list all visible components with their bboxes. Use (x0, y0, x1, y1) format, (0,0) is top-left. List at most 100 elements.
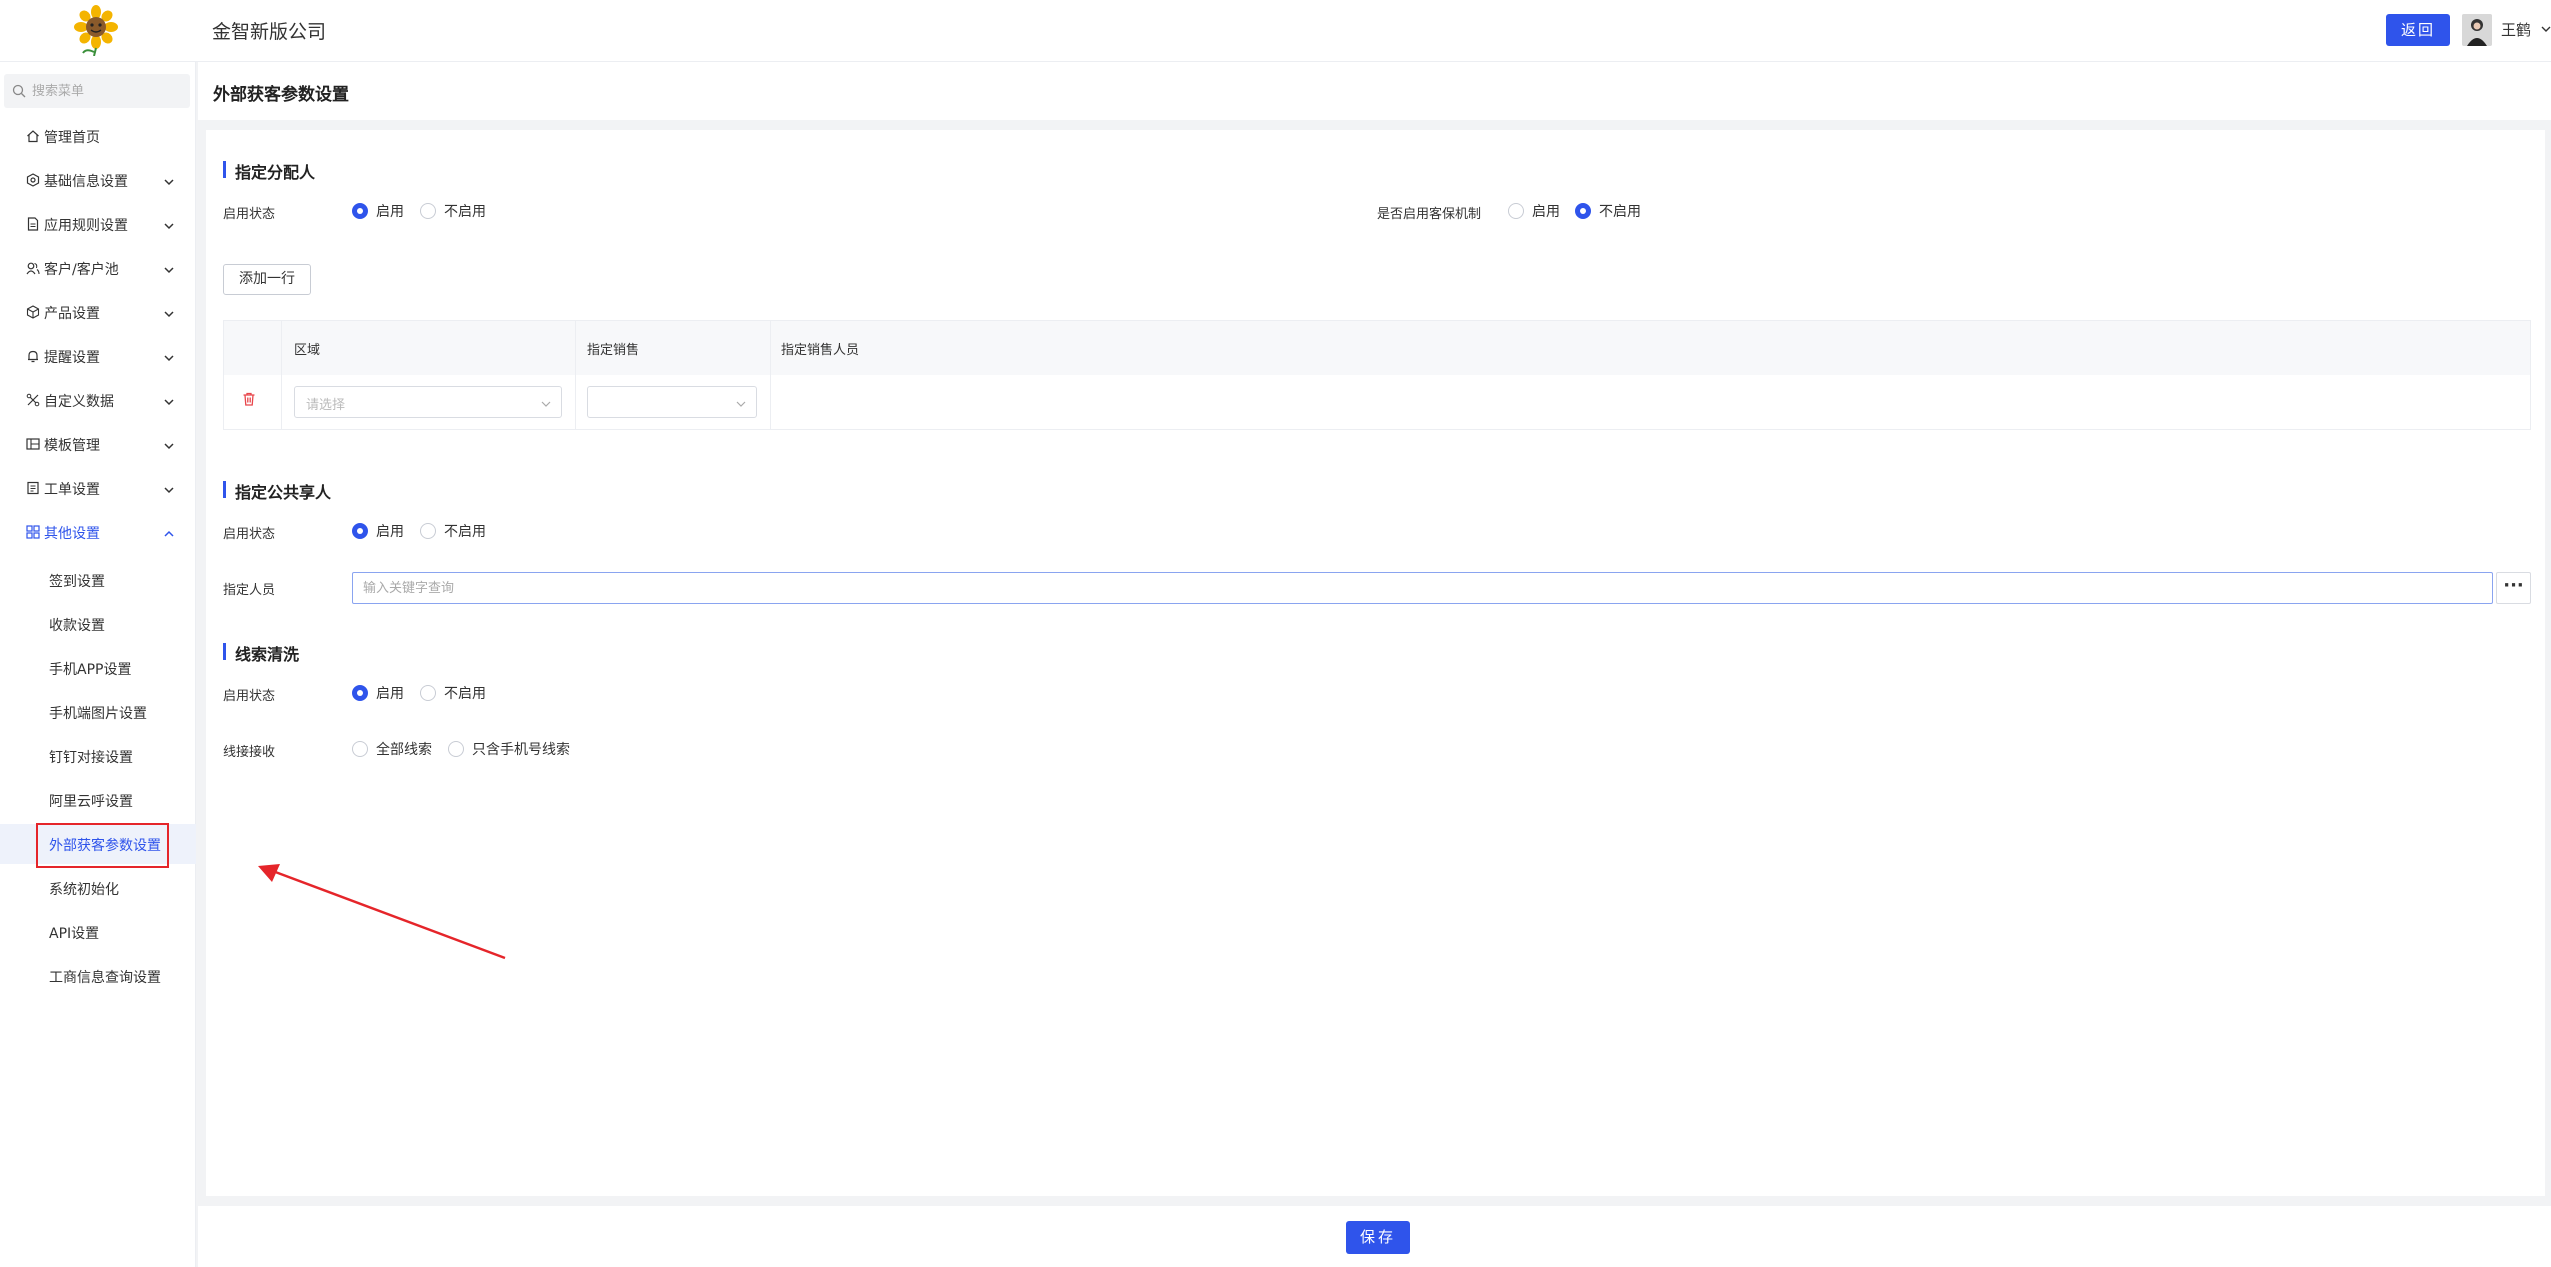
radio-label: 启用 (376, 524, 404, 540)
clean-status-label: 启用状态 (223, 689, 276, 704)
home-icon (26, 129, 40, 143)
sidebar-item-app-rules[interactable]: 应用规则设置 (0, 204, 196, 244)
guarantee-disable-radio[interactable]: 不启用 (1575, 201, 1641, 221)
ticket-icon (26, 481, 40, 495)
sidebar-subitem-label: 手机端图片设置 (49, 706, 147, 722)
sidebar-item-templates[interactable]: 模板管理 (0, 424, 196, 464)
sidebar-item-reminders[interactable]: 提醒设置 (0, 336, 196, 376)
radio-circle (1575, 203, 1591, 219)
sidebar-subitem[interactable]: 签到设置 (0, 560, 196, 600)
radio-label: 只含手机号线索 (472, 742, 570, 758)
radio-circle (352, 685, 368, 701)
radio-label: 不启用 (444, 204, 486, 220)
guarantee-enable-radio[interactable]: 启用 (1508, 201, 1560, 221)
back-button[interactable]: 返回 (2386, 14, 2450, 46)
assign-status-disable-radio[interactable]: 不启用 (420, 201, 486, 221)
search-input[interactable] (32, 74, 182, 108)
sidebar-subitem-label: 收款设置 (49, 618, 105, 634)
radio-circle (352, 203, 368, 219)
sidebar-subitem[interactable]: 系统初始化 (0, 868, 196, 908)
section-title-public: 指定公共享人 (223, 479, 331, 503)
sidebar-subitem[interactable]: 阿里云呼设置 (0, 780, 196, 820)
chevron-up-icon (164, 527, 174, 537)
sidebar-item-other-settings[interactable]: 其他设置 (0, 512, 196, 552)
sidebar-subitem-label: API设置 (49, 926, 100, 942)
chevron-down-icon (164, 351, 174, 362)
radio-label: 启用 (376, 686, 404, 702)
chevron-down-icon[interactable] (2541, 22, 2551, 32)
annotation-arrow (250, 860, 510, 966)
radio-circle (420, 203, 436, 219)
menu-search[interactable] (4, 74, 190, 108)
receive-all-radio[interactable]: 全部线索 (352, 739, 432, 759)
more-options-button[interactable]: ··· (2496, 572, 2531, 604)
sidebar-item-label: 其他设置 (44, 526, 100, 542)
sidebar-subitem-label: 工商信息查询设置 (49, 970, 161, 986)
assign-table: 区域 指定销售 指定销售人员 请选择 (223, 320, 2531, 430)
sidebar-item-customers[interactable]: 客户/客户池 (0, 248, 196, 288)
person-label: 指定人员 (223, 583, 276, 598)
section-title-clean: 线索清洗 (223, 641, 299, 665)
sidebar-item-label: 工单设置 (44, 482, 100, 498)
sidebar-item-home[interactable]: 管理首页 (0, 116, 196, 156)
sidebar-subitem-label: 阿里云呼设置 (49, 794, 133, 810)
sidebar-subitem[interactable]: 工商信息查询设置 (0, 956, 196, 996)
sidebar-subitem[interactable]: 手机端图片设置 (0, 692, 196, 732)
column-header-sales: 指定销售 (587, 343, 640, 358)
sidebar-item-custom-data[interactable]: 自定义数据 (0, 380, 196, 420)
sidebar: 管理首页 基础信息设置 应用规则设置 客户/客户池 产品设置 提醒设置 自定义数… (0, 62, 196, 1267)
public-status-enable-radio[interactable]: 启用 (352, 521, 404, 541)
radio-circle (420, 685, 436, 701)
tools-icon (26, 393, 40, 407)
assign-status-label: 启用状态 (223, 207, 276, 222)
column-divider (770, 321, 771, 429)
clean-status-enable-radio[interactable]: 启用 (352, 683, 404, 703)
save-button[interactable]: 保存 (1346, 1221, 1410, 1254)
sidebar-item-label: 客户/客户池 (44, 262, 119, 278)
trash-icon[interactable] (241, 391, 257, 407)
add-row-button[interactable]: 添加一行 (223, 264, 311, 295)
sidebar-item-basic-info[interactable]: 基础信息设置 (0, 160, 196, 200)
avatar[interactable] (2462, 14, 2492, 46)
user-name[interactable]: 王鹤 (2501, 19, 2531, 40)
sidebar-subitem-label: 签到设置 (49, 574, 105, 590)
sidebar-subitem[interactable]: API设置 (0, 912, 196, 952)
sidebar-item-label: 模板管理 (44, 438, 100, 454)
sidebar-item-tickets[interactable]: 工单设置 (0, 468, 196, 508)
sales-select[interactable] (587, 386, 757, 418)
cube-icon (26, 305, 40, 319)
person-search-input[interactable] (363, 573, 2463, 603)
sunflower-logo (68, 4, 124, 57)
chevron-down-icon (164, 439, 174, 450)
sidebar-subitem[interactable]: 手机APP设置 (0, 648, 196, 688)
person-search-field[interactable] (352, 572, 2493, 604)
chevron-down-icon (164, 219, 174, 230)
region-select[interactable]: 请选择 (294, 386, 562, 418)
chevron-down-icon (164, 483, 174, 494)
select-placeholder: 请选择 (306, 398, 346, 413)
sidebar-item-label: 基础信息设置 (44, 174, 128, 190)
radio-circle (1508, 203, 1524, 219)
page-title: 外部获客参数设置 (213, 85, 349, 105)
sidebar-item-label: 自定义数据 (44, 394, 114, 410)
column-divider (575, 321, 576, 429)
page-title-bar: 外部获客参数设置 (198, 62, 2551, 120)
bell-icon (26, 349, 40, 363)
radio-label: 启用 (376, 204, 404, 220)
search-icon (12, 84, 26, 98)
clean-status-disable-radio[interactable]: 不启用 (420, 683, 486, 703)
settings-hex-icon (26, 173, 40, 187)
sidebar-item-products[interactable]: 产品设置 (0, 292, 196, 332)
receive-phone-radio[interactable]: 只含手机号线索 (448, 739, 570, 759)
assign-status-enable-radio[interactable]: 启用 (352, 201, 404, 221)
radio-label: 不启用 (444, 686, 486, 702)
sidebar-subitem[interactable]: 收款设置 (0, 604, 196, 644)
chevron-down-icon (736, 398, 746, 408)
column-divider (281, 321, 282, 429)
receive-label: 线接接收 (223, 745, 276, 760)
table-header: 区域 指定销售 指定销售人员 (224, 321, 2530, 375)
sidebar-subitem[interactable]: 钉钉对接设置 (0, 736, 196, 776)
public-status-disable-radio[interactable]: 不启用 (420, 521, 486, 541)
chevron-down-icon (164, 263, 174, 274)
radio-circle (420, 523, 436, 539)
